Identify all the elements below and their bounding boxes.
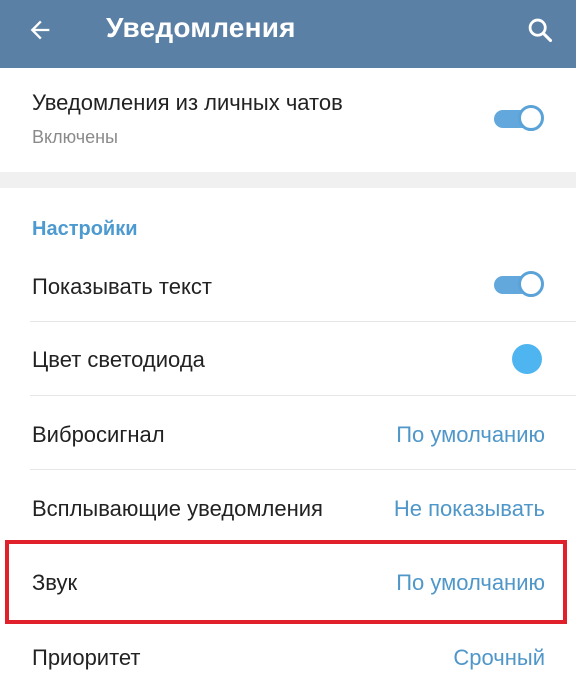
led-color-row[interactable]: Цвет светодиода: [0, 322, 576, 396]
priority-row[interactable]: Приоритет Срочный: [0, 624, 576, 688]
show-text-row[interactable]: Показывать текст: [0, 250, 576, 322]
priority-label: Приоритет: [32, 645, 141, 670]
toggle-knob: [518, 105, 544, 131]
private-chats-toggle[interactable]: [494, 105, 544, 133]
popup-notifications-label: Всплывающие уведомления: [32, 496, 323, 521]
arrow-left-icon: [30, 20, 50, 40]
private-chats-notifications-row[interactable]: Уведомления из личных чатов Включены: [0, 68, 576, 172]
search-icon: [528, 18, 553, 43]
back-button[interactable]: [18, 8, 62, 52]
section-divider: [0, 172, 576, 188]
sound-label: Звук: [32, 570, 78, 595]
sound-value: По умолчанию: [396, 570, 545, 595]
popup-notifications-value: Не показывать: [393, 496, 545, 521]
toggle-knob: [518, 271, 544, 297]
private-chats-title: Уведомления из личных чатов: [32, 90, 343, 115]
led-color-swatch[interactable]: [512, 344, 542, 374]
sound-row[interactable]: Звук По умолчанию: [0, 544, 576, 620]
vibrate-row[interactable]: Вибросигнал По умолчанию: [0, 396, 576, 470]
search-button[interactable]: [516, 6, 564, 54]
priority-value: Срочный: [453, 645, 545, 670]
settings-section-header: Настройки: [32, 218, 138, 240]
led-color-label: Цвет светодиода: [32, 347, 205, 372]
vibrate-label: Вибросигнал: [32, 422, 165, 447]
show-text-label: Показывать текст: [32, 274, 212, 299]
show-text-toggle[interactable]: [494, 271, 544, 299]
page-title: Уведомления: [106, 12, 296, 43]
popup-notifications-row[interactable]: Всплывающие уведомления Не показывать: [0, 470, 576, 544]
app-bar: Уведомления: [0, 0, 576, 68]
private-chats-status: Включены: [32, 127, 118, 147]
vibrate-value: По умолчанию: [396, 422, 545, 447]
